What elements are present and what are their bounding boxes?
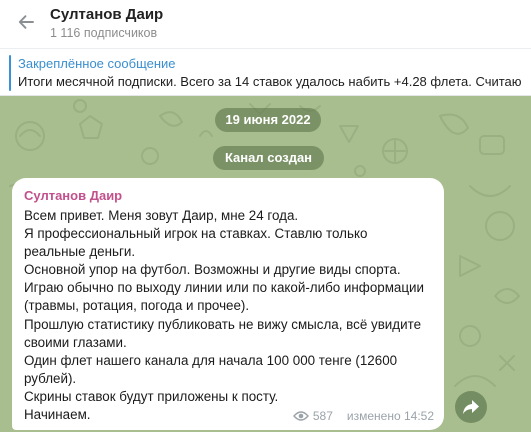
message-author[interactable]: Султанов Даир (24, 188, 432, 203)
channel-title[interactable]: Султанов Даир (50, 6, 163, 23)
channel-created-notice: Канал создан (213, 146, 324, 170)
pinned-accent-line (9, 55, 11, 91)
pinned-label: Закреплённое сообщение (18, 56, 176, 71)
share-button[interactable] (455, 391, 487, 423)
arrow-left-icon (18, 15, 34, 29)
edited-timestamp: изменено 14:52 (346, 409, 434, 423)
subscriber-count: 1 116 подписчиков (50, 26, 158, 40)
date-separator: 19 июня 2022 (215, 108, 321, 132)
view-count: 587 (312, 409, 333, 423)
share-arrow-icon (463, 400, 479, 414)
chat-area[interactable]: 19 июня 2022 Канал создан Султанов Даир … (0, 96, 531, 432)
message-meta: 587 изменено 14:52 (292, 409, 434, 423)
message-text: Всем привет. Меня зовут Даир, мне 24 год… (24, 208, 425, 423)
pinned-text: Итоги месячной подписки. Всего за 14 ста… (18, 74, 522, 89)
message-bubble[interactable]: Султанов Даир Всем привет. Меня зовут Да… (12, 178, 444, 430)
eye-icon (292, 411, 309, 421)
pinned-message-bar[interactable]: Закреплённое сообщение Итоги месячной по… (0, 48, 531, 96)
chat-header: Султанов Даир 1 116 подписчиков (0, 0, 531, 48)
back-button[interactable] (12, 8, 40, 36)
